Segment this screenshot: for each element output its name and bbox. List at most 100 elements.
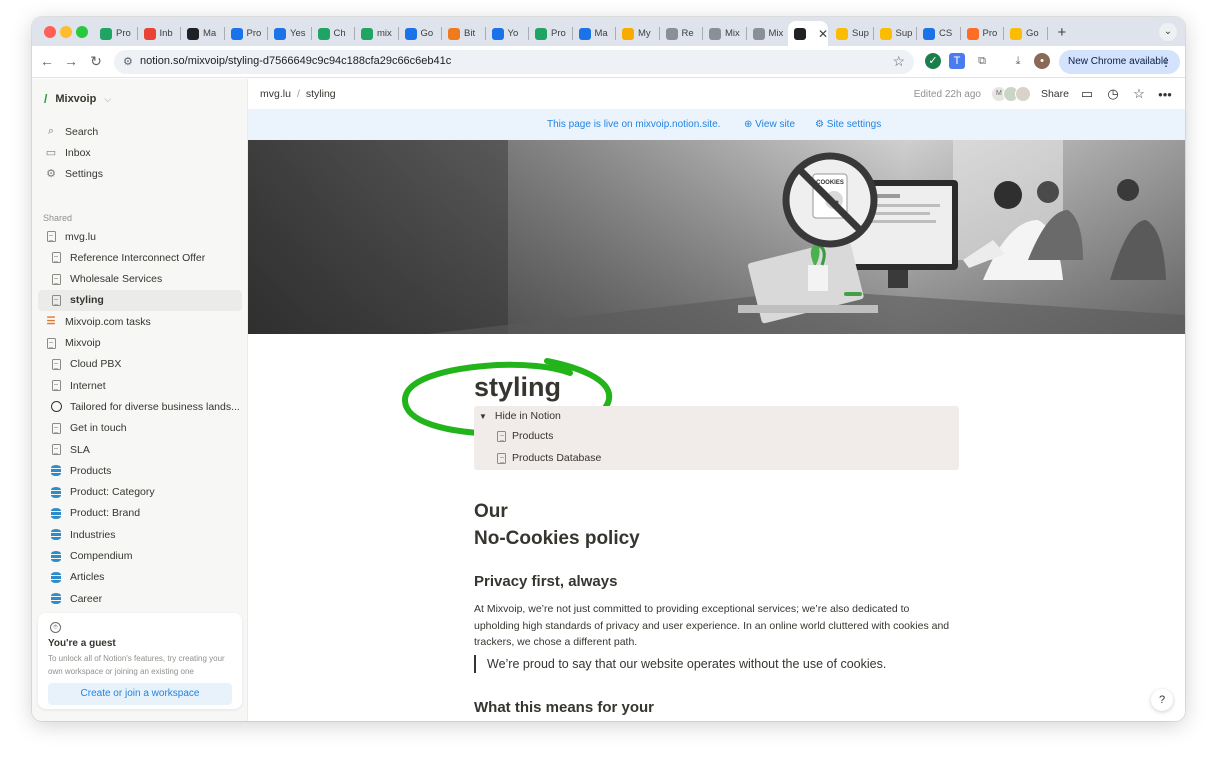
browser-tab[interactable]: My: [622, 23, 660, 44]
favorite-star-icon[interactable]: ☆: [1131, 86, 1147, 102]
bookmark-star-icon[interactable]: ☆: [892, 53, 905, 70]
sidebar-item[interactable]: Get in touch: [38, 418, 242, 439]
chrome-menu-icon[interactable]: ⋮: [1160, 50, 1172, 74]
grammar-extension-icon[interactable]: ✓: [925, 53, 941, 69]
browser-tab[interactable]: Sup: [836, 23, 874, 44]
view-site-link[interactable]: ⊕ View site: [744, 119, 795, 130]
browser-tab[interactable]: Pro: [966, 23, 1004, 44]
profile-avatar[interactable]: •: [1034, 53, 1050, 69]
help-button[interactable]: ?: [1151, 689, 1173, 711]
history-clock-icon[interactable]: ◷: [1105, 86, 1121, 102]
workspace-switcher[interactable]: / Mixvoip ⌵: [44, 87, 111, 111]
quote-block[interactable]: We’re proud to say that our website oper…: [474, 655, 886, 673]
address-bar[interactable]: ⚙ notion.so/mixvoip/styling-d7566649c9c9…: [114, 50, 914, 74]
sidebar-item[interactable]: Internet: [38, 375, 242, 396]
close-window-button[interactable]: [44, 26, 56, 38]
breadcrumb-current[interactable]: styling: [306, 88, 336, 100]
browser-tab[interactable]: Pro: [100, 23, 138, 44]
paragraph-intro[interactable]: At Mixvoip, we’re not just committed to …: [474, 601, 954, 651]
translate-extension-icon[interactable]: T: [949, 53, 965, 69]
site-info-icon[interactable]: ⚙: [123, 55, 133, 68]
browser-tab[interactable]: Sup: [879, 23, 917, 44]
tab-title: Pro: [246, 28, 262, 39]
sidebar-item[interactable]: Wholesale Services: [38, 269, 242, 290]
forward-arrow-icon[interactable]: →: [62, 53, 80, 69]
breadcrumb-parent[interactable]: mvg.lu: [260, 88, 291, 100]
browser-tab[interactable]: mix: [361, 23, 399, 44]
sidebar-item[interactable]: styling: [38, 289, 242, 311]
page-title[interactable]: styling: [474, 372, 561, 403]
create-workspace-button[interactable]: Create or join a workspace: [48, 683, 232, 705]
sidebar-item[interactable]: mvg.lu: [38, 226, 242, 247]
tab-favicon-green: [535, 27, 547, 40]
sidebar-item-label: Career: [70, 592, 103, 605]
sidebar-item[interactable]: Product: Brand: [38, 503, 242, 524]
new-tab-button[interactable]: +: [1058, 24, 1067, 41]
tab-separator: [136, 27, 138, 40]
tab-favicon-dark: [187, 27, 199, 40]
heading-our-policy[interactable]: Our No-Cookies policy: [474, 498, 774, 552]
sidebar-item[interactable]: Cloud PBX: [38, 354, 242, 375]
sidebar-item-search[interactable]: ⌕ Search: [38, 121, 242, 142]
sidebar-item[interactable]: Industries: [38, 524, 242, 545]
browser-tab[interactable]: Ch: [317, 23, 355, 44]
tab-favicon-yellow: [879, 27, 892, 40]
browser-tab[interactable]: Ma: [578, 23, 616, 44]
download-icon[interactable]: ⤓: [1010, 53, 1026, 69]
reload-icon[interactable]: ↻: [87, 53, 105, 70]
browser-tab[interactable]: Yo: [491, 23, 529, 44]
browser-tab[interactable]: Pro: [230, 23, 268, 44]
sidebar-item-inbox[interactable]: ▭ Inbox: [38, 142, 242, 163]
browser-tab[interactable]: CS: [923, 23, 961, 44]
page-cover-image: COOKIES: [248, 140, 1185, 334]
tab-favicon-gray: [709, 27, 721, 40]
browser-tab[interactable]: ✕: [788, 21, 828, 46]
sidebar-item[interactable]: Compendium: [38, 546, 242, 567]
share-button[interactable]: Share: [1041, 88, 1069, 100]
heading-privacy[interactable]: Privacy first, always: [474, 573, 617, 590]
tab-separator: [702, 27, 703, 40]
page-icon: [497, 430, 506, 442]
comment-icon[interactable]: ▭: [1079, 86, 1095, 102]
sidebar-item[interactable]: Reference Interconnect Offer: [38, 247, 242, 268]
sidebar-item[interactable]: Tailored for diverse business lands...: [38, 396, 242, 417]
sidebar-item[interactable]: Mixvoip: [38, 333, 242, 354]
collaborator-avatars[interactable]: M: [990, 86, 1031, 102]
sidebar-item[interactable]: SLA: [38, 439, 242, 460]
browser-tab[interactable]: Bit: [448, 23, 486, 44]
browser-tab[interactable]: Mix: [752, 23, 790, 44]
browser-tab[interactable]: Go: [1010, 23, 1048, 44]
browser-tab[interactable]: Ma: [187, 23, 225, 44]
tab-search-button[interactable]: ⌄: [1159, 23, 1177, 41]
sidebar-item[interactable]: Products: [38, 460, 242, 481]
heading-what-this-means[interactable]: What this means for your: [474, 699, 654, 716]
browser-tab[interactable]: Re: [665, 23, 703, 44]
tab-title: Yo: [507, 28, 519, 39]
sidebar-item-settings[interactable]: ⚙ Settings: [38, 163, 242, 184]
back-arrow-icon[interactable]: ←: [38, 53, 56, 69]
toggle-header[interactable]: ▼ Hide in Notion: [479, 410, 561, 423]
more-options-icon[interactable]: •••: [1157, 87, 1173, 102]
subpage-link[interactable]: Products Database: [497, 452, 601, 464]
gitlab-icon: [966, 27, 979, 40]
browser-tab[interactable]: Yes: [274, 23, 312, 44]
browser-tab[interactable]: Pro: [535, 23, 573, 44]
site-settings-link[interactable]: ⚙ Site settings: [815, 119, 881, 130]
address-url[interactable]: notion.so/mixvoip/styling-d7566649c9c94c…: [140, 55, 451, 67]
sidebar-item[interactable]: Career: [38, 588, 242, 609]
toggle-triangle-icon[interactable]: ▼: [479, 410, 487, 423]
browser-tab[interactable]: Mix: [709, 23, 747, 44]
sidebar-item[interactable]: Product: Category: [38, 482, 242, 503]
tab-title: Inb: [159, 28, 173, 39]
tab-separator: [1003, 27, 1004, 40]
browser-tab[interactable]: Inb: [143, 23, 181, 44]
sidebar-item[interactable]: Articles: [38, 567, 242, 588]
zoom-window-button[interactable]: [76, 26, 88, 38]
update-chrome-button[interactable]: New Chrome available ⋮: [1059, 50, 1180, 74]
subpage-link[interactable]: Products: [497, 430, 553, 442]
minimize-window-button[interactable]: [60, 26, 72, 38]
browser-tab[interactable]: Go: [404, 23, 442, 44]
sidebar-item[interactable]: ☰ Mixvoip.com tasks: [38, 311, 242, 332]
close-tab-icon[interactable]: ✕: [818, 27, 828, 41]
extensions-puzzle-icon[interactable]: ⧉: [974, 53, 990, 69]
